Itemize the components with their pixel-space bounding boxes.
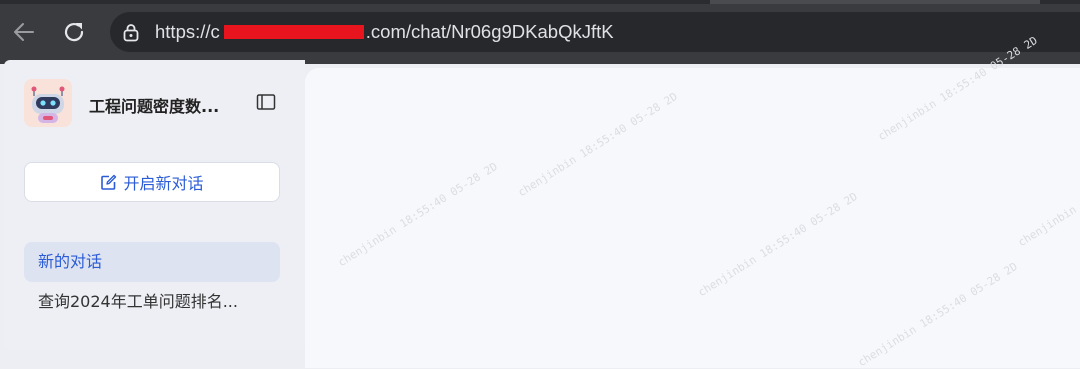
robot-icon: [31, 86, 65, 123]
collapse-sidebar-button[interactable]: [256, 93, 276, 111]
watermark: chenjinbin 18:55:40 05-28 2D: [335, 159, 500, 270]
site-info-icon[interactable]: [121, 22, 141, 42]
history-item-label: 查询2024年工单问题排名...: [38, 292, 238, 311]
history-item[interactable]: 查询2024年工单问题排名...: [24, 282, 280, 322]
new-chat-button[interactable]: 开启新对话: [24, 162, 280, 202]
watermark: chenjinbin 18:55:40 05-28 2D: [1015, 140, 1080, 250]
watermark: chenjinbin 18:55:40 05-28 2D: [855, 259, 1020, 369]
edit-icon: [101, 174, 117, 190]
watermark: chenjinbin 18:55:40 05-28 2D: [695, 189, 860, 300]
new-chat-label: 开启新对话: [123, 174, 204, 193]
history-item-label: 新的对话: [38, 252, 103, 271]
back-button[interactable]: [8, 16, 40, 48]
url-prefix: https://: [155, 21, 211, 42]
url-host-start: c: [210, 21, 220, 42]
browser-toolbar: https://c .com/chat/Nr06g9DKabQkJftK: [0, 0, 1080, 64]
url-text: https://c .com/chat/Nr06g9DKabQkJftK: [155, 12, 614, 52]
reload-button[interactable]: [58, 16, 90, 48]
chat-panel: chenjinbin 18:55:40 05-28 2D chenjinbin …: [305, 34, 1080, 369]
url-path: .com/chat/Nr06g9DKabQkJftK: [365, 21, 614, 42]
bot-avatar: [24, 79, 72, 127]
history-item-active[interactable]: 新的对话: [24, 242, 280, 282]
sidebar: 工程问题密度数... 开启新对话 新的对话 查询2024年工单问题排名...: [4, 60, 305, 349]
sidebar-toggle-icon: [256, 94, 276, 110]
reload-icon: [64, 23, 84, 42]
watermark: chenjinbin 18:55:40 05-28 2D: [515, 89, 680, 200]
tab-strip: [0, 0, 1080, 4]
redaction-mark: [223, 25, 364, 40]
assistant-title: 工程问题密度数...: [89, 97, 220, 116]
address-bar[interactable]: https://c .com/chat/Nr06g9DKabQkJftK: [110, 12, 1080, 52]
arrow-left-icon: [14, 23, 34, 41]
